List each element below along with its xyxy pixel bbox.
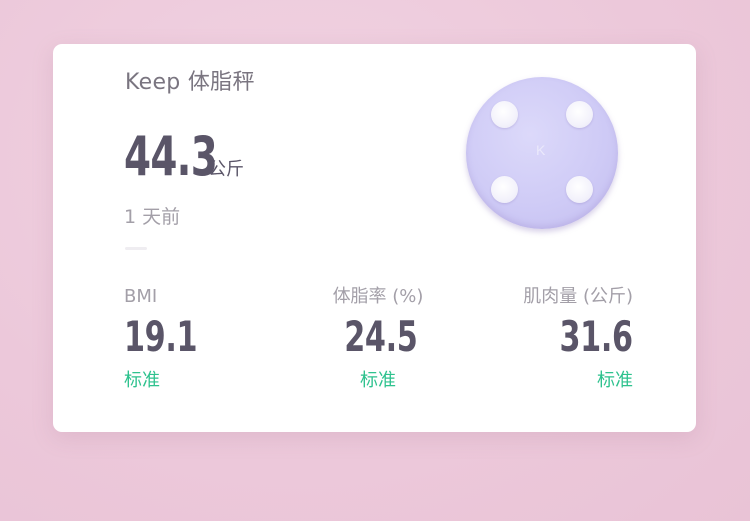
scale-icon: K: [466, 77, 618, 229]
electrode-top-right: [566, 101, 593, 128]
metric-status: 标准: [360, 370, 396, 391]
keep-logo-icon: K: [536, 142, 546, 158]
divider: [125, 247, 147, 250]
metric-muscle-mass: 肌肉量 (公斤) 31.6 标准: [523, 288, 633, 390]
metric-bmi: BMI 19.1 标准: [124, 288, 226, 390]
metric-status: 标准: [124, 370, 160, 391]
metric-body-fat: 体脂率 (%) 24.5 标准: [330, 288, 426, 390]
metric-label: 肌肉量 (公斤): [523, 286, 633, 307]
metric-value: 24.5: [344, 312, 418, 361]
weight-display: 44.3 公斤: [124, 130, 244, 184]
metric-label: 体脂率 (%): [332, 286, 424, 307]
electrode-bottom-right: [566, 176, 593, 203]
last-measured-time: 1 天前: [124, 206, 181, 228]
metric-label: BMI: [124, 286, 158, 307]
weight-value: 44.3: [124, 125, 218, 188]
electrode-bottom-left: [491, 176, 518, 203]
metric-status: 标准: [597, 370, 633, 391]
metric-value: 31.6: [559, 312, 634, 361]
electrode-top-left: [491, 101, 518, 128]
body-fat-scale-card[interactable]: Keep 体脂秤 44.3 公斤 1 天前 K BMI 19.1 标准 体脂率 …: [53, 44, 696, 432]
metric-value: 19.1: [124, 312, 198, 361]
card-title: Keep 体脂秤: [125, 70, 255, 95]
